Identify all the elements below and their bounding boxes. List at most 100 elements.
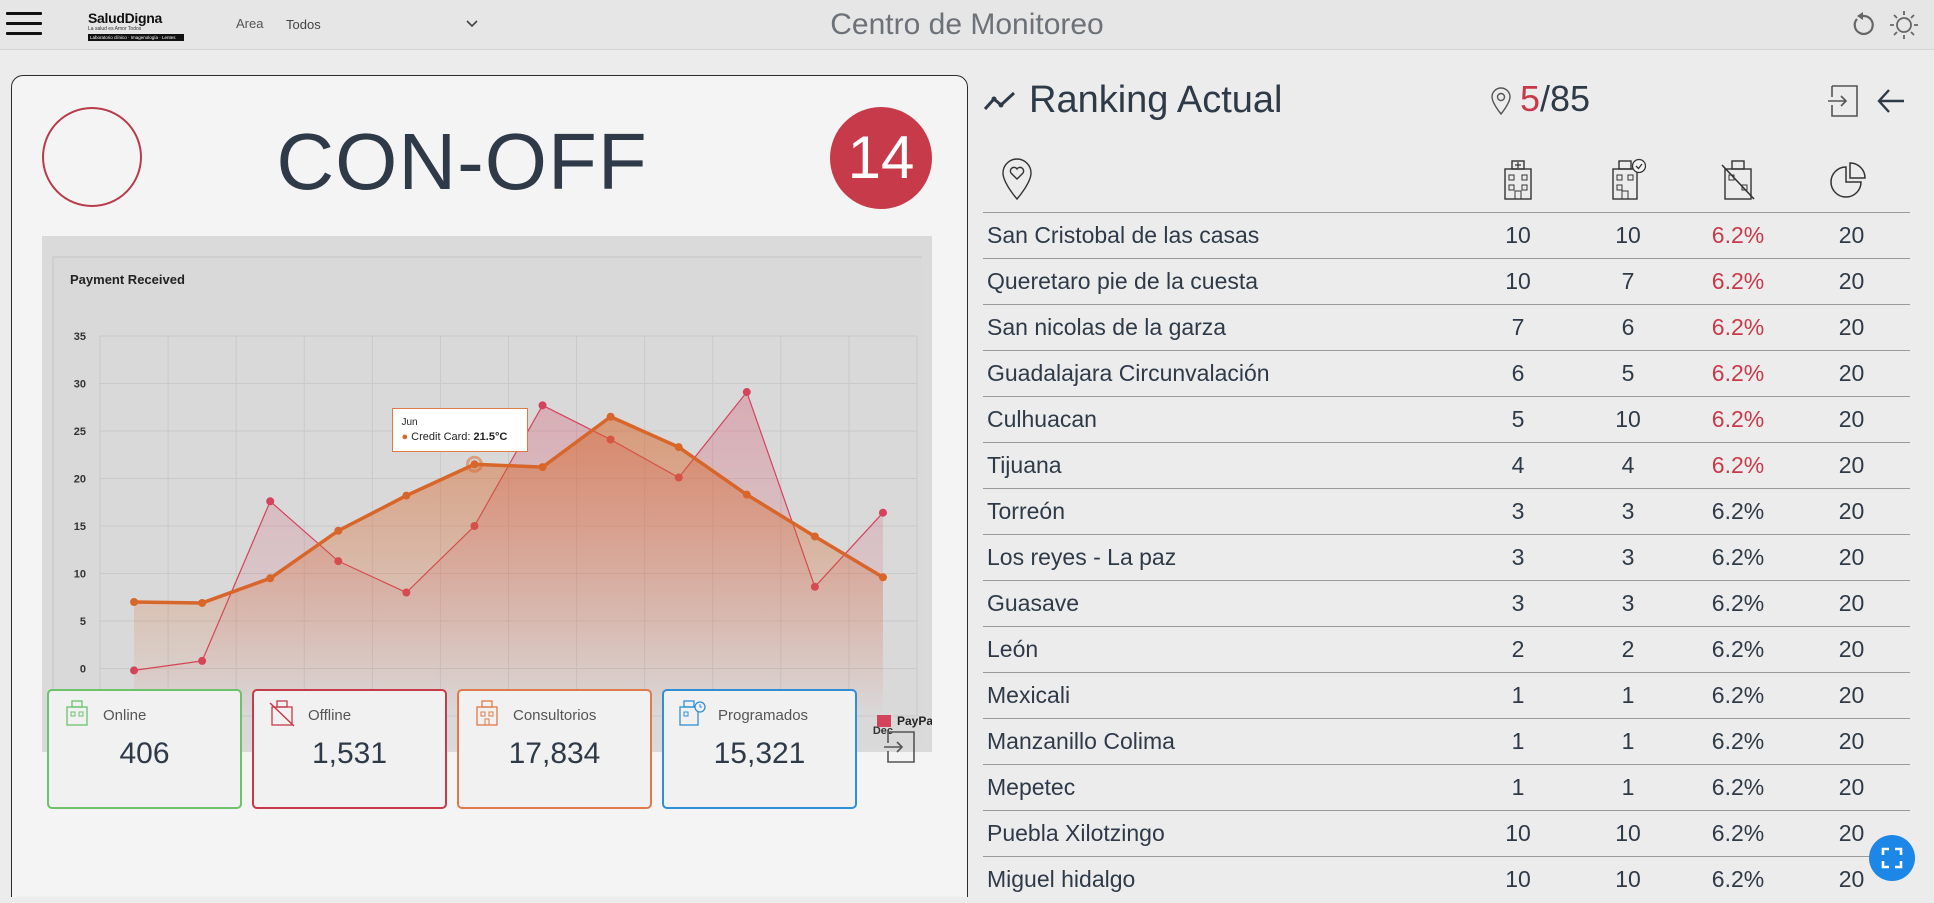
ranking-value-b: 1	[1573, 764, 1683, 811]
ranking-panel: Ranking Actual 5/85 San Cristobal de las…	[983, 75, 1913, 903]
ranking-total: /85	[1540, 78, 1591, 119]
ranking-value-d: 20	[1793, 212, 1910, 259]
chart-tooltip: Jun ● Credit Card: 21.5°C	[392, 408, 529, 453]
ranking-value-a: 1	[1463, 672, 1573, 719]
ranking-location-name: Manzanillo Colima	[983, 718, 1463, 765]
ranking-location-name: Torreón	[983, 488, 1463, 535]
ranking-value-a: 5	[1463, 396, 1573, 443]
sun-icon[interactable]	[1889, 10, 1919, 40]
tooltip-month: Jun	[401, 417, 418, 429]
ranking-value-b: 3	[1573, 580, 1683, 627]
ranking-row[interactable]: Mepetec 1 1 6.2% 20	[983, 764, 1910, 811]
fullscreen-button[interactable]	[1869, 835, 1915, 881]
tooltip-line: ● Credit Card: 21.5°C	[401, 431, 508, 444]
pie-chart-icon	[1830, 162, 1866, 198]
stat-card-online[interactable]: Online 406	[47, 689, 242, 809]
ranking-percent: 6.2%	[1683, 672, 1793, 719]
ranking-row[interactable]: San Cristobal de las casas 10 10 6.2% 20	[983, 212, 1910, 259]
column-icons	[983, 157, 1913, 207]
logout-icon[interactable]	[1826, 83, 1860, 119]
arrow-left-icon[interactable]	[1876, 87, 1906, 115]
ranking-value-a: 1	[1463, 718, 1573, 765]
data-point	[742, 490, 751, 499]
area-select[interactable]: Todos	[284, 10, 480, 38]
stat-value: 1,531	[311, 737, 388, 770]
ranking-value-a: 6	[1463, 350, 1573, 397]
ranking-value-d: 20	[1793, 258, 1910, 305]
stat-label: Offline	[308, 707, 352, 724]
ranking-value-b: 3	[1573, 488, 1683, 535]
ranking-row[interactable]: Puebla Xilotzingo 10 10 6.2% 20	[983, 810, 1910, 857]
chevron-down-icon	[466, 20, 478, 28]
data-point	[470, 460, 479, 469]
ranking-percent: 6.2%	[1683, 258, 1793, 305]
stat-card-offline[interactable]: Offline 1,531	[252, 689, 447, 809]
y-tick-label: 30	[74, 379, 86, 391]
ranking-current: 5	[1520, 78, 1541, 119]
ranking-value-a: 3	[1463, 580, 1573, 627]
ranking-value-b: 5	[1573, 350, 1683, 397]
ranking-row[interactable]: Manzanillo Colima 1 1 6.2% 20	[983, 718, 1910, 765]
data-point	[742, 388, 751, 397]
salud-digna-logo[interactable]: SaludDigna La salud es Amor Todos Labora…	[88, 10, 184, 42]
legend-label: PayPal	[897, 714, 932, 728]
ranking-percent: 6.2%	[1683, 212, 1793, 259]
ranking-value-d: 20	[1793, 442, 1910, 489]
ranking-value-b: 4	[1573, 442, 1683, 489]
tooltip-series: Credit Card:	[411, 431, 474, 444]
building-clock-icon	[679, 700, 706, 726]
tooltip-value: 21.5°C	[473, 431, 508, 444]
data-point	[878, 508, 887, 517]
ranking-table: San Cristobal de las casas 10 10 6.2% 20 Quer…	[983, 212, 1910, 903]
ranking-percent: 6.2%	[1683, 488, 1793, 535]
stat-label: Online	[103, 707, 147, 724]
ranking-value-d: 20	[1793, 764, 1910, 811]
ranking-row[interactable]: Los reyes - La paz 3 3 6.2% 20	[983, 534, 1910, 581]
ranking-location-name: Guadalajara Circunvalación	[983, 350, 1463, 397]
ranking-percent: 6.2%	[1683, 856, 1793, 903]
top-bar: SaludDigna La salud es Amor Todos Labora…	[0, 0, 1934, 50]
refresh-icon[interactable]	[1849, 11, 1877, 39]
exit-icon[interactable]	[882, 729, 918, 765]
ranking-location-name: Tijuana	[983, 442, 1463, 489]
ranking-value-a: 10	[1463, 810, 1573, 857]
location-heart-icon	[1002, 158, 1032, 201]
ranking-row[interactable]: Culhuacan 5 10 6.2% 20	[983, 396, 1910, 443]
stat-card-programados[interactable]: Programados 15,321	[662, 689, 857, 809]
ranking-location-name: Puebla Xilotzingo	[983, 810, 1463, 857]
building-check-icon	[66, 700, 88, 726]
ranking-row[interactable]: Guadalajara Circunvalación 6 5 6.2% 20	[983, 350, 1910, 397]
ranking-percent: 6.2%	[1683, 304, 1793, 351]
ranking-row[interactable]: Mexicali 1 1 6.2% 20	[983, 672, 1910, 719]
ranking-row[interactable]: Guasave 3 3 6.2% 20	[983, 580, 1910, 627]
y-tick-label: 25	[74, 426, 86, 438]
ranking-percent: 6.2%	[1683, 810, 1793, 857]
hospital-check-icon	[1612, 158, 1646, 200]
ranking-value-a: 1	[1463, 764, 1573, 811]
ranking-row[interactable]: Tijuana 4 4 6.2% 20	[983, 442, 1910, 489]
ranking-row[interactable]: San nicolas de la garza 7 6 6.2% 20	[983, 304, 1910, 351]
fullscreen-icon	[1881, 847, 1903, 869]
ranking-value-b: 6	[1573, 304, 1683, 351]
data-point	[878, 573, 887, 582]
trend-icon	[983, 91, 1016, 111]
location-pin-icon	[1491, 87, 1511, 115]
ranking-row[interactable]: León 2 2 6.2% 20	[983, 626, 1910, 673]
ranking-header: Ranking Actual 5/85	[983, 75, 1913, 125]
ranking-row[interactable]: Torreón 3 3 6.2% 20	[983, 488, 1910, 535]
ranking-location-name: Guasave	[983, 580, 1463, 627]
ranking-location-name: León	[983, 626, 1463, 673]
ranking-row[interactable]: Miguel hidalgo 10 10 6.2% 20	[983, 856, 1910, 903]
stat-value: 15,321	[713, 737, 806, 770]
stat-card-consultorios[interactable]: Consultorios 17,834	[457, 689, 652, 809]
building-icon	[476, 700, 498, 726]
ranking-value-a: 2	[1463, 626, 1573, 673]
hospital-icon	[1504, 160, 1532, 200]
ranking-row[interactable]: Queretaro pie de la cuesta 10 7 6.2% 20	[983, 258, 1910, 305]
ranking-counter: 5/85	[1520, 78, 1590, 120]
ranking-percent: 6.2%	[1683, 718, 1793, 765]
hamburger-menu-icon[interactable]	[6, 12, 42, 38]
ranking-location-name: San Cristobal de las casas	[983, 212, 1463, 259]
stat-value: 17,834	[508, 737, 601, 770]
y-tick-label: 35	[74, 331, 86, 343]
